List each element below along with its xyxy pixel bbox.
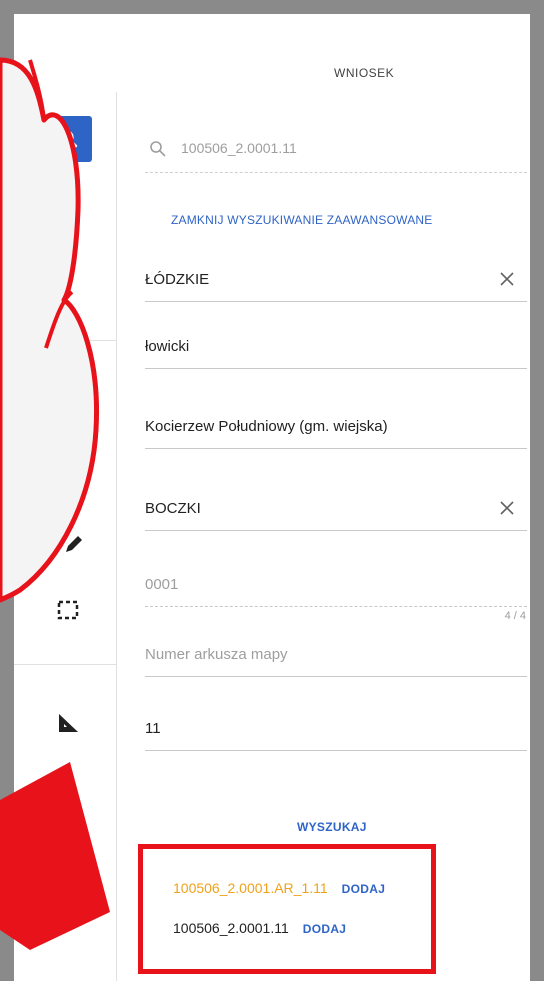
voivodeship-field[interactable]: ŁÓDZKIE (145, 261, 527, 302)
character-counter: 4 / 4 (504, 610, 526, 622)
precinct-field[interactable]: BOCZKI (145, 490, 527, 531)
search-icon (60, 130, 78, 148)
header-title[interactable]: WNIOSEK (334, 66, 394, 80)
window-frame-top (0, 0, 544, 14)
voivodeship-value: ŁÓDZKIE (145, 271, 210, 288)
county-value: łowicki (145, 338, 190, 355)
rectangle-select-icon[interactable] (56, 598, 80, 622)
commune-value: Kocierzew Południowy (gm. wiejska) (145, 418, 388, 435)
search-icon (150, 141, 166, 157)
toolbar-divider (14, 664, 116, 665)
precinct-value: BOCZKI (145, 500, 201, 517)
precinct-number-field[interactable]: 0001 (145, 566, 527, 607)
commune-field[interactable]: Kocierzew Południowy (gm. wiejska) (145, 408, 527, 449)
search-value: 100506_2.0001.11 (181, 140, 297, 156)
toolbar-search-button[interactable] (48, 116, 92, 162)
search-input[interactable]: 100506_2.0001.11 (145, 132, 527, 173)
pencil-icon[interactable] (62, 532, 86, 556)
toolbar-divider (14, 340, 116, 341)
highlight-box (138, 844, 436, 974)
precinct-number-placeholder: 0001 (145, 576, 179, 593)
measure-ruler-icon[interactable] (56, 710, 80, 734)
map-toolbar (14, 92, 117, 981)
map-sheet-placeholder: Numer arkusza mapy (145, 646, 288, 663)
county-field[interactable]: łowicki (145, 328, 527, 369)
parcel-number-value: 11 (145, 720, 161, 737)
search-button[interactable]: WYSZUKAJ (297, 820, 367, 834)
header-bar: WNIOSEK (14, 14, 530, 93)
close-advanced-search-link[interactable]: ZAMKNIJ WYSZUKIWANIE ZAAWANSOWANE (171, 213, 433, 227)
parcel-number-field[interactable]: 11 (145, 710, 527, 751)
window-frame-right (530, 0, 544, 981)
window-frame-left (0, 0, 14, 981)
map-sheet-field[interactable]: Numer arkusza mapy (145, 636, 527, 677)
close-icon[interactable] (497, 498, 517, 518)
close-icon[interactable] (497, 269, 517, 289)
